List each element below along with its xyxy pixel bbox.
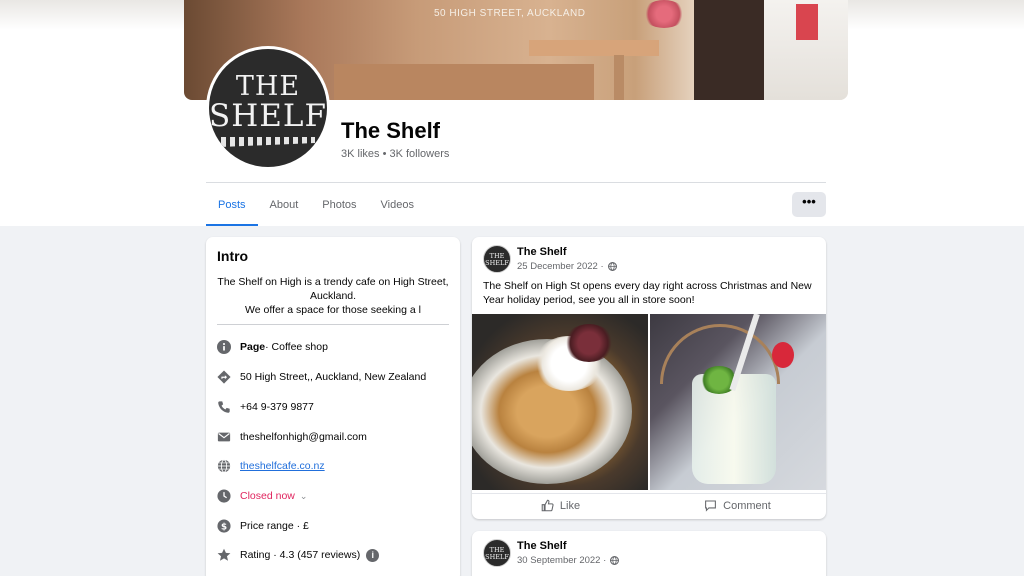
- dollar-icon: $: [217, 519, 231, 533]
- info-price-range: $ Price range · £: [217, 516, 309, 536]
- page-stats[interactable]: 3K likes • 3K followers: [341, 148, 449, 160]
- info-website[interactable]: theshelfcafe.co.nz: [217, 456, 325, 476]
- globe-icon: [607, 262, 617, 271]
- post-date-text: 25 December 2022 ·: [517, 261, 604, 272]
- post-author[interactable]: The Shelf: [517, 246, 567, 258]
- tab-posts[interactable]: Posts: [206, 184, 258, 226]
- drink-straw-tip: [772, 342, 794, 368]
- info-page-category: Page · Coffee shop: [217, 337, 328, 357]
- post-photo-waffle[interactable]: [472, 314, 648, 490]
- intro-separator: [217, 324, 449, 325]
- intro-title: Intro: [217, 248, 249, 264]
- post-date[interactable]: 25 December 2022 ·: [517, 261, 617, 272]
- page-category: · Coffee shop: [265, 341, 328, 353]
- post-card: THE SHELF The Shelf 30 September 2022 ·: [472, 531, 826, 576]
- like-label: Like: [559, 499, 581, 512]
- info-email[interactable]: theshelfonhigh@gmail.com: [217, 427, 367, 447]
- profile-logo: THE SHELF: [209, 49, 327, 167]
- info-address[interactable]: 50 High Street,, Auckland, New Zealand: [217, 367, 426, 387]
- price-range-text: Price range · £: [240, 520, 309, 532]
- post-photo-drink[interactable]: [650, 314, 826, 490]
- page-title: The Shelf: [341, 118, 441, 143]
- svg-text:$: $: [221, 522, 227, 532]
- website-link[interactable]: theshelfcafe.co.nz: [240, 460, 325, 472]
- mail-icon: [217, 430, 231, 444]
- email-text: theshelfonhigh@gmail.com: [240, 431, 367, 443]
- more-options-button[interactable]: •••: [792, 192, 826, 217]
- cover-red-box: [796, 4, 818, 40]
- thumbs-up-icon: [541, 499, 554, 512]
- directions-icon: [217, 370, 231, 384]
- phone-text: +64 9-379 9877: [240, 401, 314, 413]
- cover-counter: [334, 64, 594, 100]
- post-text: The Shelf on High St opens every day rig…: [483, 280, 812, 306]
- cover-sign-text: 50 HIGH STREET, AUCKLAND: [434, 8, 586, 19]
- tab-photos[interactable]: Photos: [310, 184, 368, 226]
- post-author[interactable]: The Shelf: [517, 540, 567, 552]
- intro-description-line-1: The Shelf on High is a trendy cafe on Hi…: [217, 276, 449, 288]
- tab-videos[interactable]: Videos: [369, 184, 426, 226]
- intro-description-line-2: Auckland.: [309, 290, 357, 302]
- logo-line-2: SHELF: [209, 98, 327, 134]
- globe-icon: [610, 556, 620, 565]
- rating-info-icon[interactable]: i: [366, 548, 380, 562]
- waffle-berry: [564, 324, 614, 362]
- page-label: Page: [240, 341, 266, 353]
- info-hours[interactable]: Closed now ⌄: [217, 486, 307, 506]
- like-button[interactable]: Like: [472, 494, 649, 517]
- phone-icon: [217, 400, 231, 414]
- post-date[interactable]: 30 September 2022 ·: [517, 555, 620, 566]
- cover-shelf: [529, 40, 659, 56]
- hours-status: Closed now: [240, 490, 295, 502]
- chevron-down-icon[interactable]: ⌄: [300, 491, 308, 502]
- address-text: 50 High Street,, Auckland, New Zealand: [240, 371, 427, 383]
- info-phone[interactable]: +64 9-379 9877: [217, 397, 314, 417]
- info-rating: Rating · 4.3 (457 reviews) i: [217, 545, 380, 565]
- intro-card: Intro The Shelf on High is a trendy cafe…: [206, 237, 460, 576]
- cover-flowers: [642, 0, 686, 28]
- post-actions: Like Comment: [472, 493, 826, 517]
- comment-label: Comment: [723, 499, 771, 512]
- tab-about[interactable]: About: [258, 184, 311, 226]
- info-icon: [217, 340, 231, 354]
- star-icon: [217, 548, 231, 562]
- profile-picture[interactable]: THE SHELF: [206, 46, 330, 170]
- globe-icon: [217, 459, 231, 473]
- cover-shelf-leg: [614, 55, 624, 100]
- post-avatar[interactable]: THE SHELF: [483, 539, 511, 567]
- intro-description: The Shelf on High is a trendy cafe on Hi…: [214, 275, 452, 317]
- post-avatar[interactable]: THE SHELF: [483, 245, 511, 273]
- post-date-text: 30 September 2022 ·: [517, 555, 607, 566]
- tab-bar: Posts About Photos Videos: [206, 184, 426, 226]
- header-divider: [206, 182, 826, 183]
- intro-description-line-3: We offer a space for those seeking a l: [245, 304, 421, 316]
- clock-icon: [217, 489, 231, 503]
- post-card: THE SHELF The Shelf 25 December 2022 · T…: [472, 237, 826, 519]
- bunting-decoration: [221, 137, 315, 147]
- comment-icon: [705, 500, 717, 512]
- comment-button[interactable]: Comment: [649, 494, 826, 517]
- cover-doorway: [694, 0, 764, 100]
- rating-text: Rating · 4.3 (457 reviews): [240, 549, 361, 561]
